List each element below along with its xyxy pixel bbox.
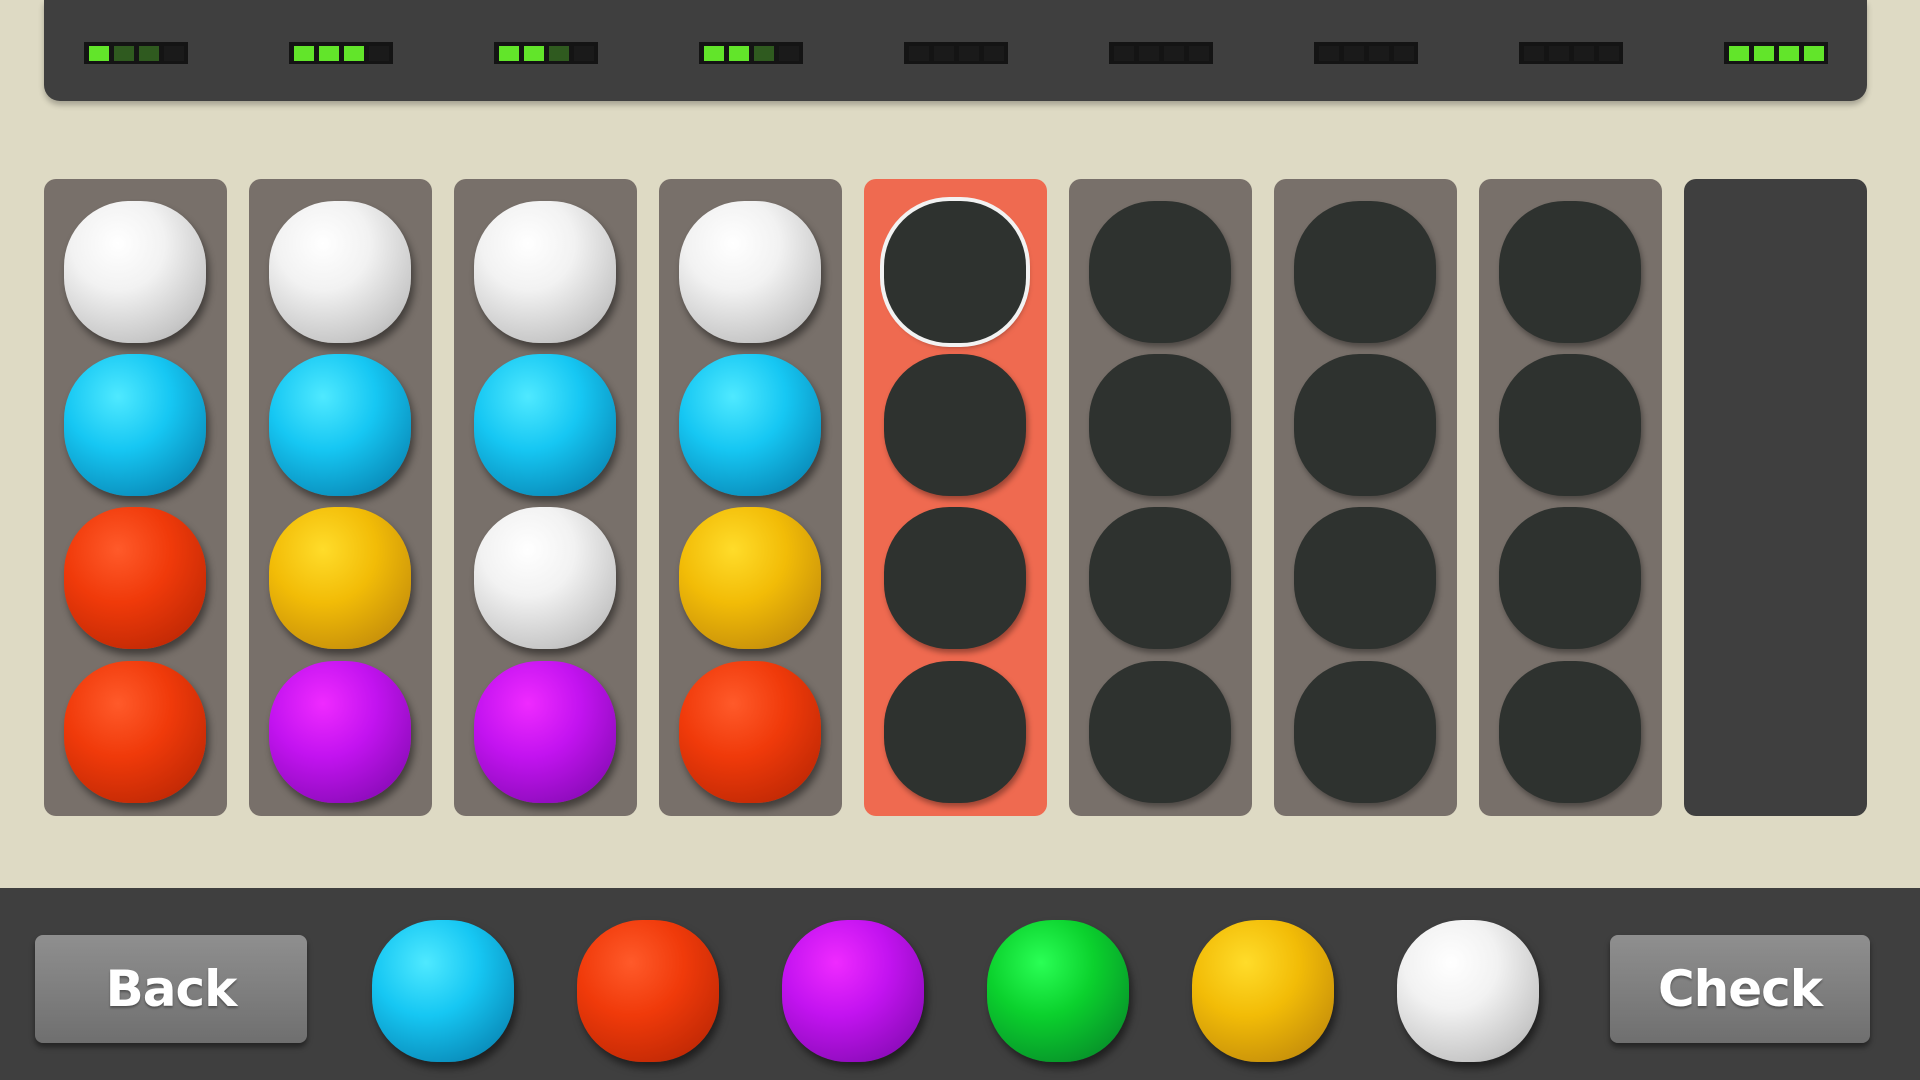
empty-peg-slot [1089, 201, 1231, 343]
empty-peg-slot [1089, 354, 1231, 496]
empty-peg-slot [1089, 507, 1231, 649]
palette-green-peg[interactable] [987, 920, 1129, 1062]
feedback-led [1138, 45, 1159, 61]
guess-column-4 [659, 179, 842, 816]
yellow-peg [679, 507, 821, 649]
check-button[interactable]: Check [1610, 935, 1870, 1043]
secret-code-panel [1684, 179, 1867, 816]
feedback-bar [44, 0, 1867, 101]
cyan-peg [64, 354, 206, 496]
white-peg [474, 507, 616, 649]
feedback-led [933, 45, 954, 61]
feedback-indicator-2 [289, 42, 393, 64]
empty-peg-slot [1089, 661, 1231, 803]
feedback-led [1573, 45, 1594, 61]
feedback-led [778, 45, 799, 61]
cyan-peg [679, 354, 821, 496]
empty-peg-slot [1499, 507, 1641, 649]
feedback-indicator-5 [904, 42, 1008, 64]
feedback-indicator-3 [494, 42, 598, 64]
empty-peg-slot [1294, 661, 1436, 803]
feedback-led [163, 45, 184, 61]
feedback-led [728, 45, 749, 61]
palette-purple-peg[interactable] [782, 920, 924, 1062]
empty-peg-slot [1294, 507, 1436, 649]
empty-peg-slot [1499, 201, 1641, 343]
feedback-led [368, 45, 389, 61]
feedback-led [1803, 45, 1824, 61]
empty-peg-slot[interactable] [884, 661, 1026, 803]
white-peg [269, 201, 411, 343]
feedback-led [343, 45, 364, 61]
cyan-peg [474, 354, 616, 496]
purple-peg [269, 661, 411, 803]
palette-cyan-peg[interactable] [372, 920, 514, 1062]
bottom-toolbar: Back Check [0, 888, 1920, 1080]
white-peg [474, 201, 616, 343]
empty-peg-slot[interactable] [884, 201, 1026, 343]
empty-peg-slot[interactable] [884, 354, 1026, 496]
feedback-led [1778, 45, 1799, 61]
red-peg [679, 661, 821, 803]
feedback-indicator-9 [1724, 42, 1828, 64]
back-button[interactable]: Back [35, 935, 307, 1043]
feedback-led [703, 45, 724, 61]
feedback-led [1753, 45, 1774, 61]
empty-peg-slot [1499, 354, 1641, 496]
feedback-led [1548, 45, 1569, 61]
feedback-led [1188, 45, 1209, 61]
feedback-led [523, 45, 544, 61]
cyan-peg [269, 354, 411, 496]
feedback-led [1163, 45, 1184, 61]
white-peg [679, 201, 821, 343]
yellow-peg [269, 507, 411, 649]
empty-peg-slot [1499, 661, 1641, 803]
feedback-indicator-6 [1109, 42, 1213, 64]
empty-peg-slot [1294, 201, 1436, 343]
feedback-led [753, 45, 774, 61]
feedback-led [983, 45, 1004, 61]
white-peg [64, 201, 206, 343]
feedback-led [1113, 45, 1134, 61]
feedback-led [1598, 45, 1619, 61]
feedback-led [318, 45, 339, 61]
feedback-led [908, 45, 929, 61]
feedback-led [1318, 45, 1339, 61]
feedback-led [1728, 45, 1749, 61]
feedback-indicator-7 [1314, 42, 1418, 64]
palette-red-peg[interactable] [577, 920, 719, 1062]
red-peg [64, 507, 206, 649]
feedback-indicator-1 [84, 42, 188, 64]
feedback-led [1368, 45, 1389, 61]
feedback-indicator-8 [1519, 42, 1623, 64]
guess-column-6 [1069, 179, 1252, 816]
guess-column-5[interactable] [864, 179, 1047, 816]
feedback-led [958, 45, 979, 61]
guess-column-8 [1479, 179, 1662, 816]
purple-peg [474, 661, 616, 803]
feedback-led [1523, 45, 1544, 61]
feedback-led [1393, 45, 1414, 61]
feedback-led [498, 45, 519, 61]
guess-column-3 [454, 179, 637, 816]
feedback-led [138, 45, 159, 61]
feedback-led [548, 45, 569, 61]
feedback-led [88, 45, 109, 61]
guess-column-2 [249, 179, 432, 816]
feedback-led [293, 45, 314, 61]
palette-white-peg[interactable] [1397, 920, 1539, 1062]
empty-peg-slot[interactable] [884, 507, 1026, 649]
feedback-led [573, 45, 594, 61]
palette-yellow-peg[interactable] [1192, 920, 1334, 1062]
guess-column-1 [44, 179, 227, 816]
empty-peg-slot [1294, 354, 1436, 496]
feedback-led [113, 45, 134, 61]
feedback-indicator-4 [699, 42, 803, 64]
feedback-led [1343, 45, 1364, 61]
guess-column-7 [1274, 179, 1457, 816]
red-peg [64, 661, 206, 803]
